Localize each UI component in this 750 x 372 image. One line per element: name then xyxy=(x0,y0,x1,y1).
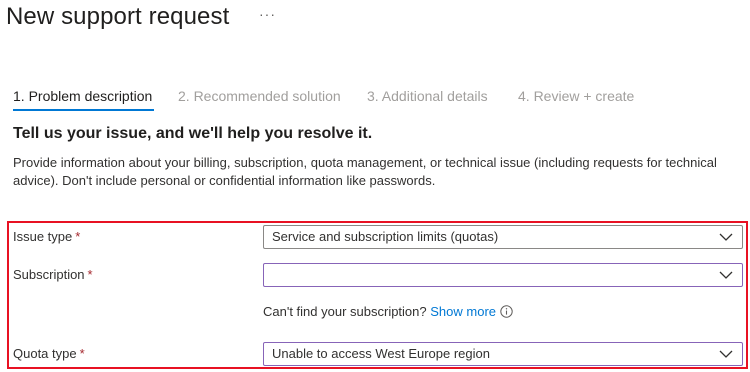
subscription-label: Subscription * xyxy=(13,266,93,284)
chevron-down-icon xyxy=(719,233,733,241)
issue-type-label-text: Issue type xyxy=(13,229,73,244)
section-description: Provide information about your billing, … xyxy=(13,155,717,188)
subscription-help-text: Can't find your subscription? xyxy=(263,304,427,319)
quota-type-label: Quota type * xyxy=(13,345,85,363)
issue-type-label: Issue type * xyxy=(13,228,80,246)
active-tab-indicator xyxy=(13,109,154,111)
tab-problem-description[interactable]: 1. Problem description xyxy=(13,87,152,105)
subscription-label-text: Subscription xyxy=(13,267,85,282)
page-title: New support request xyxy=(6,3,230,30)
required-marker: * xyxy=(79,346,85,361)
tab-recommended-solution[interactable]: 2. Recommended solution xyxy=(178,87,341,105)
quota-type-select[interactable]: Unable to access West Europe region xyxy=(263,342,743,366)
chevron-down-icon xyxy=(719,271,733,279)
info-icon[interactable] xyxy=(500,305,513,318)
chevron-down-icon xyxy=(719,350,733,358)
tab-review-create[interactable]: 4. Review + create xyxy=(518,87,634,105)
issue-type-select[interactable]: Service and subscription limits (quotas) xyxy=(263,225,743,249)
subscription-select[interactable] xyxy=(263,263,743,287)
quota-type-value: Unable to access West Europe region xyxy=(272,346,490,361)
required-marker: * xyxy=(75,229,81,244)
issue-type-value: Service and subscription limits (quotas) xyxy=(272,229,499,244)
show-more-link[interactable]: Show more xyxy=(430,304,496,319)
required-marker: * xyxy=(87,267,93,282)
tab-additional-details[interactable]: 3. Additional details xyxy=(367,87,488,105)
more-options-icon[interactable]: ··· xyxy=(259,6,276,22)
quota-type-label-text: Quota type xyxy=(13,346,77,361)
section-heading: Tell us your issue, and we'll help you r… xyxy=(13,125,373,142)
subscription-help: Can't find your subscription? Show more xyxy=(263,304,513,320)
